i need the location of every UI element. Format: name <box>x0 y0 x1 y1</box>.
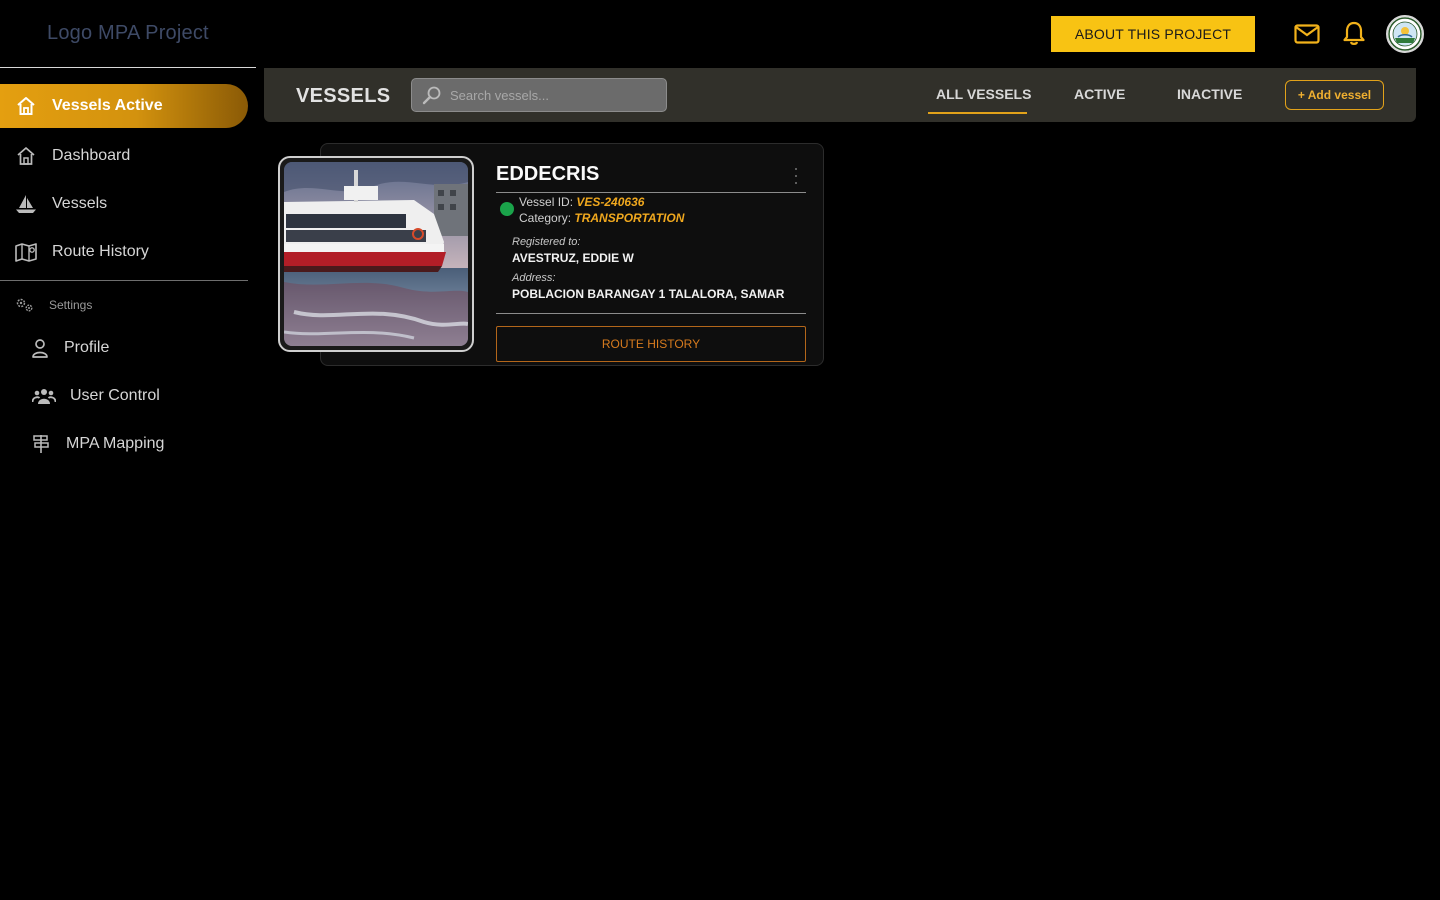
sidebar-item-route-history[interactable]: Route History <box>0 232 248 272</box>
avatar[interactable] <box>1386 15 1424 53</box>
sidebar-item-label: Dashboard <box>52 147 131 164</box>
vessel-id-row: Vessel ID: VES-240636 <box>519 195 644 209</box>
search-box[interactable] <box>411 78 667 112</box>
status-indicator <box>500 202 514 216</box>
sidebar-item-user-control[interactable]: User Control <box>30 376 248 416</box>
users-icon <box>30 387 58 405</box>
add-vessel-button[interactable]: + Add vessel <box>1285 80 1384 110</box>
address-value: POBLACION BARANGAY 1 TALALORA, SAMAR <box>512 287 785 301</box>
sidebar-item-mpa-mapping[interactable]: MPA Mapping <box>27 424 248 464</box>
vessel-name: EDDECRIS <box>496 163 600 185</box>
sidebar-item-vessels[interactable]: Vessels <box>0 184 248 224</box>
sidebar-active-label: Vessels Active <box>52 97 163 114</box>
settings-label: Settings <box>49 298 93 312</box>
card-divider <box>496 313 806 314</box>
tab-inactive[interactable]: INACTIVE <box>1177 86 1242 102</box>
signpost-icon <box>27 434 55 454</box>
sidebar-item-label: Vessels <box>52 195 108 212</box>
user-icon <box>26 338 54 358</box>
sidebar: Vessels Active Dashboard Vessels Route H… <box>0 67 256 900</box>
app-logo[interactable]: Logo MPA Project <box>47 22 209 45</box>
vessel-id-value: VES-240636 <box>576 195 645 209</box>
map-icon <box>0 242 52 262</box>
sailboat-icon <box>0 194 52 214</box>
sidebar-item-vessels-active[interactable]: Vessels Active <box>0 84 248 128</box>
page-title: VESSELS <box>296 85 391 107</box>
active-tab-indicator <box>928 112 1027 114</box>
address-label: Address: <box>512 272 556 284</box>
sidebar-item-dashboard[interactable]: Dashboard <box>0 136 248 176</box>
sidebar-divider <box>0 280 248 281</box>
sidebar-item-label: Route History <box>52 243 149 260</box>
sidebar-item-label: MPA Mapping <box>66 435 165 452</box>
sidebar-divider-top <box>0 67 256 68</box>
vessels-header: VESSELS ALL VESSELS ACTIVE INACTIVE + Ad… <box>264 68 1416 122</box>
sidebar-item-label: User Control <box>70 387 160 404</box>
more-options-icon[interactable] <box>790 168 802 184</box>
gears-icon <box>15 297 35 313</box>
registered-to-label: Registered to: <box>512 236 581 248</box>
search-input[interactable] <box>450 87 650 103</box>
home-icon <box>16 96 36 116</box>
tab-active[interactable]: ACTIVE <box>1074 86 1125 102</box>
vessel-id-label: Vessel ID: <box>519 195 574 209</box>
mail-icon[interactable] <box>1293 20 1321 48</box>
vessel-category-row: Category: TRANSPORTATION <box>519 211 684 225</box>
bell-icon[interactable] <box>1340 20 1368 48</box>
vessel-photo <box>278 156 474 352</box>
sidebar-item-label: Profile <box>64 339 110 356</box>
registered-to-value: AVESTRUZ, EDDIE W <box>512 251 634 265</box>
vessel-category-value: TRANSPORTATION <box>574 211 685 225</box>
search-icon <box>422 85 442 105</box>
vessel-category-label: Category: <box>519 211 572 225</box>
sidebar-item-profile[interactable]: Profile <box>26 328 248 368</box>
settings-section-heading: Settings <box>15 297 92 313</box>
tab-all-vessels[interactable]: ALL VESSELS <box>936 86 1031 102</box>
top-bar: Logo MPA Project ABOUT THIS PROJECT <box>0 0 1440 68</box>
home-icon <box>0 146 52 166</box>
route-history-button[interactable]: ROUTE HISTORY <box>496 326 806 362</box>
card-divider <box>496 192 806 193</box>
about-project-button[interactable]: ABOUT THIS PROJECT <box>1051 16 1255 52</box>
